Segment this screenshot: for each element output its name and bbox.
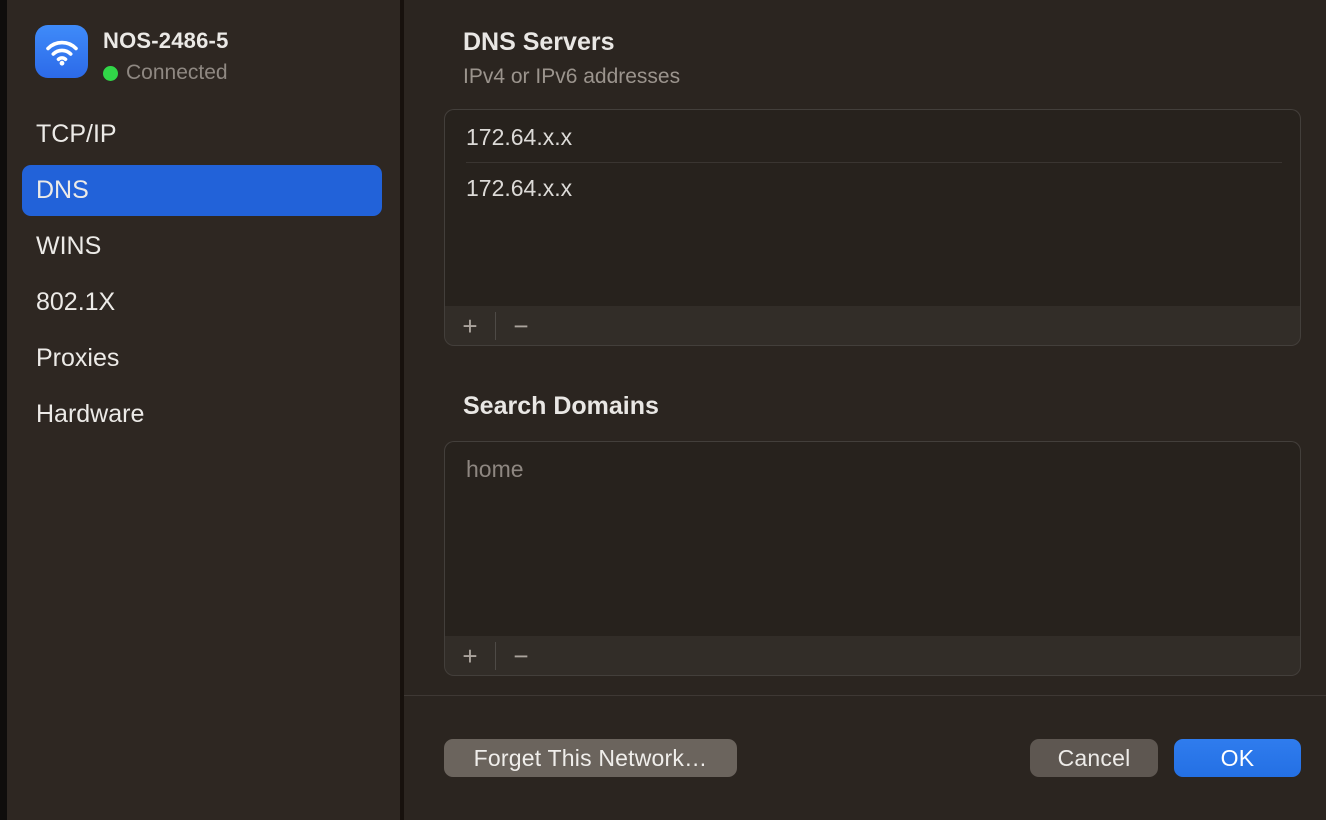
connected-dot-icon	[103, 66, 118, 81]
dns-servers-title: DNS Servers	[463, 28, 1301, 57]
network-info: NOS-2486-5 Connected	[103, 25, 229, 85]
action-buttons: Forget This Network… Cancel OK	[444, 739, 1301, 777]
search-domain-row[interactable]: home	[445, 444, 1300, 494]
dns-servers-toolbar: + −	[445, 306, 1300, 345]
wifi-icon	[35, 25, 88, 78]
network-status: Connected	[103, 61, 229, 85]
cancel-button[interactable]: Cancel	[1030, 739, 1158, 777]
toolbar-separator	[495, 312, 496, 340]
sidebar-item-hardware[interactable]: Hardware	[22, 389, 382, 440]
search-domains-entries: home	[445, 442, 1300, 636]
toolbar-separator	[495, 642, 496, 670]
add-dns-server-button[interactable]: +	[455, 306, 485, 345]
remove-search-domain-button[interactable]: −	[506, 636, 536, 675]
add-search-domain-button[interactable]: +	[455, 636, 485, 675]
sidebar-item-dns[interactable]: DNS	[22, 165, 382, 216]
network-header: NOS-2486-5 Connected	[7, 0, 400, 85]
desktop-edge	[0, 0, 7, 820]
dns-servers-list: 172.64.x.x 172.64.x.x + −	[444, 109, 1301, 346]
sidebar-item-proxies[interactable]: Proxies	[22, 333, 382, 384]
sidebar: NOS-2486-5 Connected TCP/IP DNS WINS 802…	[7, 0, 400, 820]
sidebar-item-8021x[interactable]: 802.1X	[22, 277, 382, 328]
forget-network-button[interactable]: Forget This Network…	[444, 739, 737, 777]
network-name: NOS-2486-5	[103, 28, 229, 54]
dns-server-row[interactable]: 172.64.x.x	[445, 163, 1300, 213]
ok-button[interactable]: OK	[1174, 739, 1301, 777]
footer-divider	[404, 695, 1326, 696]
dns-servers-entries: 172.64.x.x 172.64.x.x	[445, 110, 1300, 306]
search-domains-toolbar: + −	[445, 636, 1300, 675]
dns-server-row[interactable]: 172.64.x.x	[445, 112, 1300, 162]
search-domains-list: home + −	[444, 441, 1301, 676]
network-details-window: NOS-2486-5 Connected TCP/IP DNS WINS 802…	[0, 0, 1326, 820]
sidebar-item-wins[interactable]: WINS	[22, 221, 382, 272]
status-label: Connected	[126, 61, 228, 85]
dns-settings-pane: DNS Servers IPv4 or IPv6 addresses 172.6…	[404, 0, 1326, 820]
sidebar-item-tcpip[interactable]: TCP/IP	[22, 109, 382, 160]
search-domains-title: Search Domains	[463, 392, 1301, 421]
sidebar-nav: TCP/IP DNS WINS 802.1X Proxies Hardware	[7, 109, 400, 440]
remove-dns-server-button[interactable]: −	[506, 306, 536, 345]
dns-servers-subtitle: IPv4 or IPv6 addresses	[463, 65, 1301, 89]
